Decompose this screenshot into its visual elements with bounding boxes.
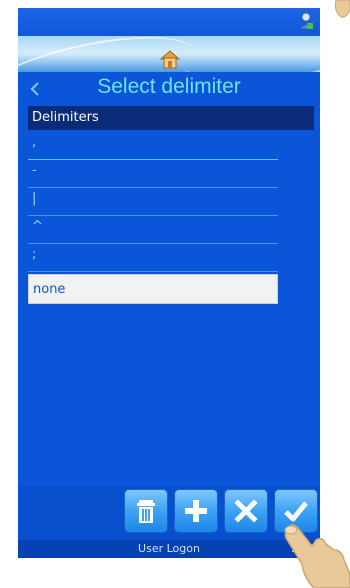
- cancel-button[interactable]: [224, 489, 268, 533]
- list-item-none[interactable]: none: [28, 274, 278, 304]
- section-header: Delimiters: [28, 106, 314, 130]
- list-item-semicolon[interactable]: ;: [28, 244, 278, 272]
- list-item-comma[interactable]: ,: [28, 132, 278, 160]
- status-bar: [18, 8, 320, 36]
- touch-hand-icon: [284, 524, 350, 588]
- list-item-pipe[interactable]: |: [28, 188, 278, 216]
- home-icon[interactable]: [159, 48, 181, 70]
- device-screen: Select delimiter Delimiters , - | ^ ; no…: [18, 8, 320, 558]
- footer: User Logon 21:3: [18, 540, 320, 558]
- user-logon-label[interactable]: User Logon: [18, 540, 320, 558]
- list-item-caret[interactable]: ^: [28, 216, 278, 244]
- title-row: Select delimiter: [18, 72, 320, 106]
- list-item-dash[interactable]: -: [28, 160, 278, 188]
- close-icon: [234, 499, 258, 523]
- delete-button[interactable]: [124, 489, 168, 533]
- toolbar: [18, 486, 320, 540]
- pointer-hand-icon: [334, 0, 350, 18]
- user-status-icon: [299, 12, 313, 30]
- add-button[interactable]: [174, 489, 218, 533]
- plus-icon: [185, 500, 207, 522]
- delimiter-list: , - | ^ ; none: [28, 132, 278, 304]
- page-title: Select delimiter: [97, 75, 241, 98]
- trash-icon: [137, 500, 155, 523]
